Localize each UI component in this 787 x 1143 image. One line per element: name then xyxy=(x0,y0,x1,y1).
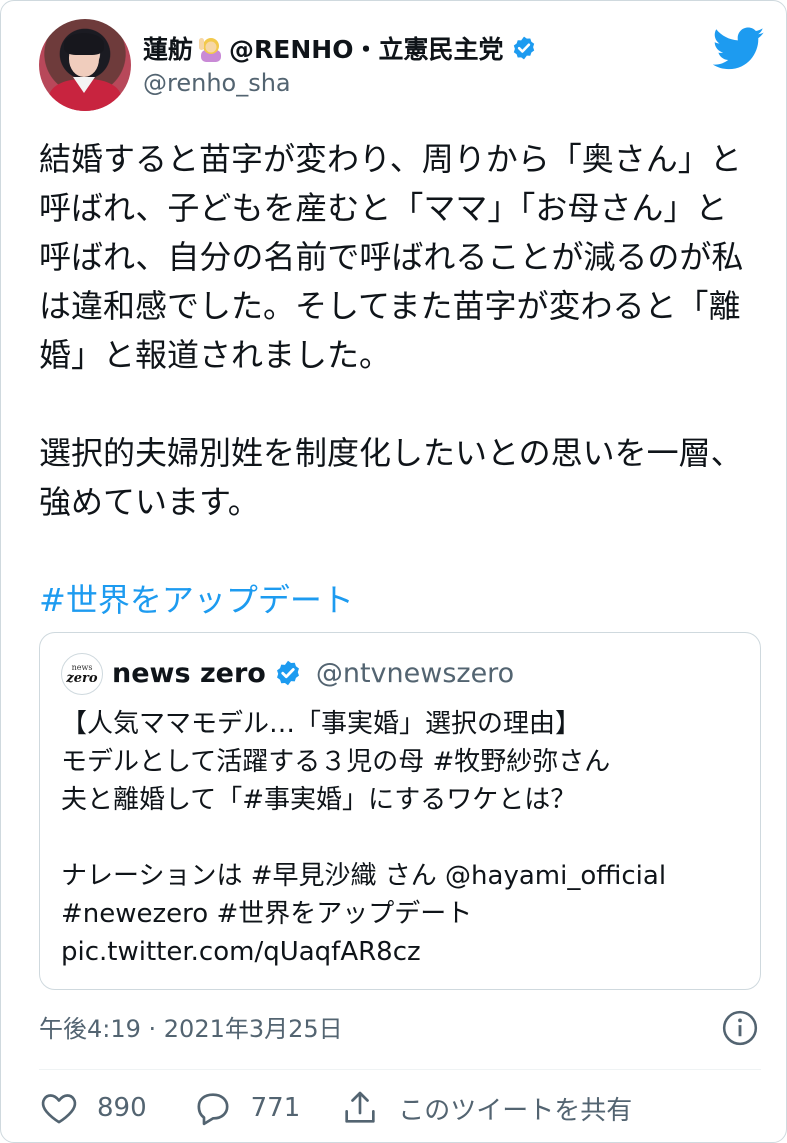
quoted-tweet-body: 【人気ママモデル…「事実婚」選択の理由】 モデルとして活躍する３児の母 #牧野紗… xyxy=(61,705,741,971)
tweet-paragraph: 選択的夫婦別姓を制度化したいとの思いを一層、強めています。 xyxy=(39,434,743,521)
quoted-line: pic.twitter.com/qUaqfAR8cz xyxy=(61,937,421,967)
share-button[interactable]: このツイートを共有 xyxy=(340,1088,632,1128)
divider xyxy=(39,1069,761,1070)
quoted-line: モデルとして活躍する３児の母 #牧野紗弥さん xyxy=(61,747,611,777)
action-bar: 890 771 このツイートを共有 xyxy=(39,1083,632,1133)
hashtag-link[interactable]: #世界をアップデート xyxy=(39,581,354,619)
heart-icon xyxy=(41,1094,77,1124)
like-count: 890 xyxy=(97,1093,147,1123)
woman-raising-hand-emoji-icon xyxy=(197,34,225,62)
tweet-timestamp[interactable]: 午後4:19 · 2021年3月25日 xyxy=(39,1009,343,1044)
quoted-author-name: news zero xyxy=(112,657,266,689)
quoted-line: ナレーションは #早見沙織 さん @hayami_official xyxy=(61,861,667,891)
twitter-bird-icon[interactable] xyxy=(713,27,765,71)
tweet-paragraph: 結婚すると苗字が変わり、周りから「奥さん」と呼ばれ、子どもを産むと「ママ」「お母… xyxy=(39,140,744,374)
author-handle[interactable]: @renho_sha xyxy=(143,69,291,97)
tweet-card: 蓮舫 @RENHO・立憲民主党 @renho_sha 結婚すると苗字が変わり、周… xyxy=(0,0,787,1143)
quoted-line: #newezero #世界をアップデート xyxy=(61,899,473,929)
share-icon xyxy=(345,1091,375,1123)
quoted-line: 夫と離婚して「#事実婚」にするワケとは？ xyxy=(61,785,577,815)
author-avatar[interactable] xyxy=(39,19,131,111)
quoted-avatar-text: zero xyxy=(66,670,98,686)
quoted-header: news zero @ntvnewszero xyxy=(112,655,514,691)
like-button[interactable]: 890 xyxy=(39,1088,147,1128)
author-display-name: 蓮舫 xyxy=(143,35,194,64)
verified-badge-icon xyxy=(276,660,299,686)
author-name-row[interactable]: 蓮舫 @RENHO・立憲民主党 xyxy=(143,31,537,65)
quoted-line: 【人気ママモデル…「事実婚」選択の理由】 xyxy=(61,709,582,739)
quoted-author-handle: @ntvnewszero xyxy=(315,657,515,689)
info-icon[interactable] xyxy=(721,1009,759,1047)
reply-button[interactable]: 771 xyxy=(193,1088,301,1128)
reply-count: 771 xyxy=(250,1093,301,1123)
tweet-body: 結婚すると苗字が変わり、周りから「奥さん」と呼ばれ、子どもを産むと「ママ」「お母… xyxy=(39,135,759,625)
verified-badge-icon xyxy=(514,36,535,60)
quoted-author-avatar: news zero xyxy=(61,653,103,695)
share-label: このツイートを共有 xyxy=(398,1095,633,1126)
reply-bubble-icon xyxy=(197,1093,229,1126)
author-name-suffix: @RENHO・立憲民主党 xyxy=(229,35,504,64)
quoted-tweet[interactable]: news zero news zero @ntvnewszero 【人気ママモデ… xyxy=(39,632,761,990)
